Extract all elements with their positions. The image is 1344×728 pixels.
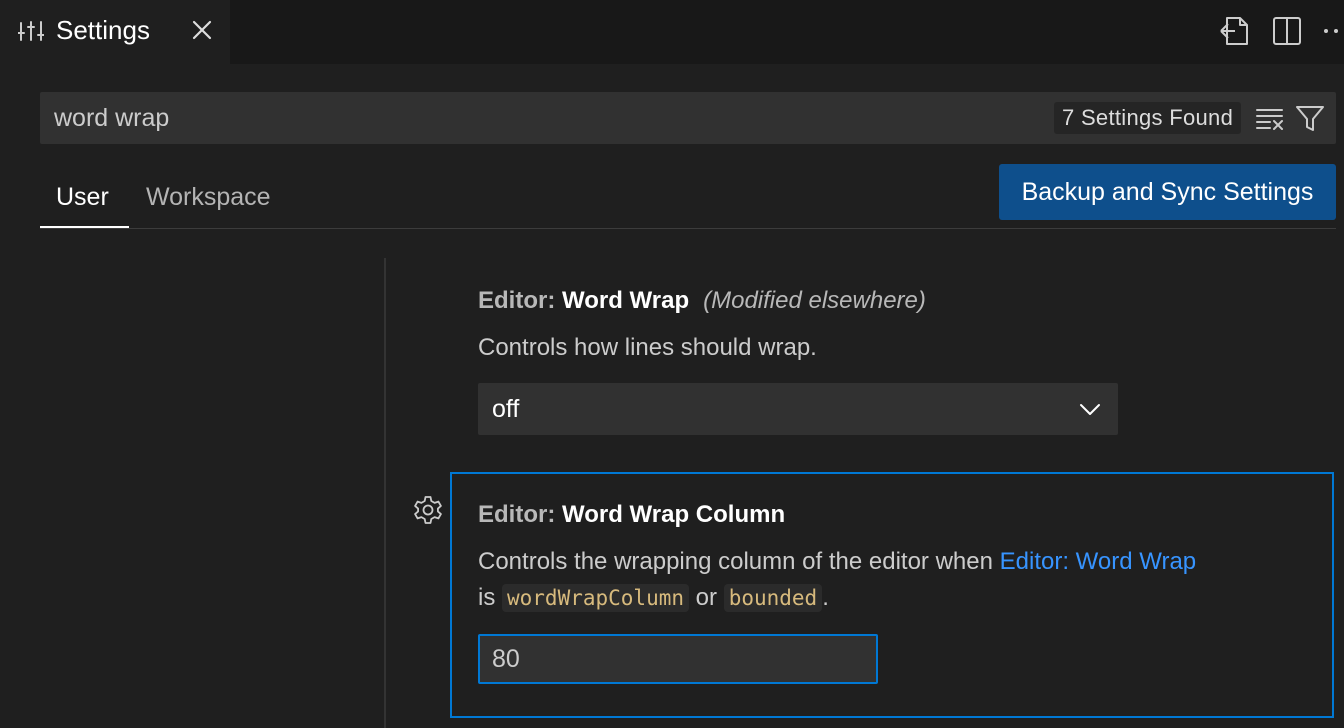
setting-category: Editor: <box>478 287 562 314</box>
tab-user[interactable]: User <box>56 180 109 214</box>
gear-icon[interactable] <box>412 494 444 526</box>
more-actions-icon[interactable] <box>1320 14 1344 48</box>
description-text: or <box>689 584 724 611</box>
word-wrap-setting-link[interactable]: Editor: Word Wrap <box>1000 548 1197 575</box>
description-text: . <box>822 584 829 611</box>
setting-title-word-wrap: Editor: Word Wrap (Modified elsewhere) <box>478 286 926 316</box>
tab-workspace[interactable]: Workspace <box>146 180 271 214</box>
code-bounded: bounded <box>723 584 823 612</box>
setting-name: Word Wrap <box>562 287 690 314</box>
tab-title: Settings <box>56 15 150 45</box>
backup-and-sync-button[interactable]: Backup and Sync Settings <box>999 164 1336 220</box>
results-count-badge: 7 Settings Found <box>1054 102 1242 134</box>
setting-description: Controls how lines should wrap. <box>478 334 817 361</box>
setting-category: Editor: <box>478 501 562 528</box>
word-wrap-column-input[interactable] <box>478 634 878 684</box>
description-text: is <box>478 584 502 611</box>
clear-filter-icon[interactable] <box>1254 103 1286 133</box>
editor-tab-bar: Settings <box>0 0 1344 64</box>
settings-tab[interactable]: Settings <box>0 0 230 64</box>
setting-description: Controls the wrapping column of the edit… <box>478 544 1196 580</box>
filter-icon[interactable] <box>1294 103 1326 133</box>
search-input[interactable] <box>54 92 954 144</box>
modified-elsewhere-indicator[interactable]: (Modified elsewhere) <box>703 287 926 314</box>
word-wrap-select[interactable]: off <box>478 383 1118 435</box>
toc-divider <box>384 258 386 728</box>
split-editor-icon[interactable] <box>1270 14 1304 48</box>
settings-sliders-icon <box>18 21 44 41</box>
setting-title-word-wrap-column: Editor: Word Wrap Column <box>478 500 785 530</box>
setting-name: Word Wrap Column <box>562 501 786 528</box>
select-value: off <box>492 395 520 423</box>
description-text: Controls the wrapping column of the edit… <box>478 548 1000 575</box>
settings-search-box: 7 Settings Found <box>40 92 1336 144</box>
settings-editor: Settings word wrap 7 Settings Found User… <box>0 0 1344 728</box>
setting-description-line2: is wordWrapColumn or bounded. <box>478 580 829 616</box>
tabs-divider <box>40 228 1336 229</box>
code-word-wrap-column: wordWrapColumn <box>502 584 690 612</box>
open-settings-json-icon[interactable] <box>1218 14 1252 48</box>
chevron-down-icon <box>1080 404 1100 415</box>
close-icon[interactable] <box>188 16 216 44</box>
